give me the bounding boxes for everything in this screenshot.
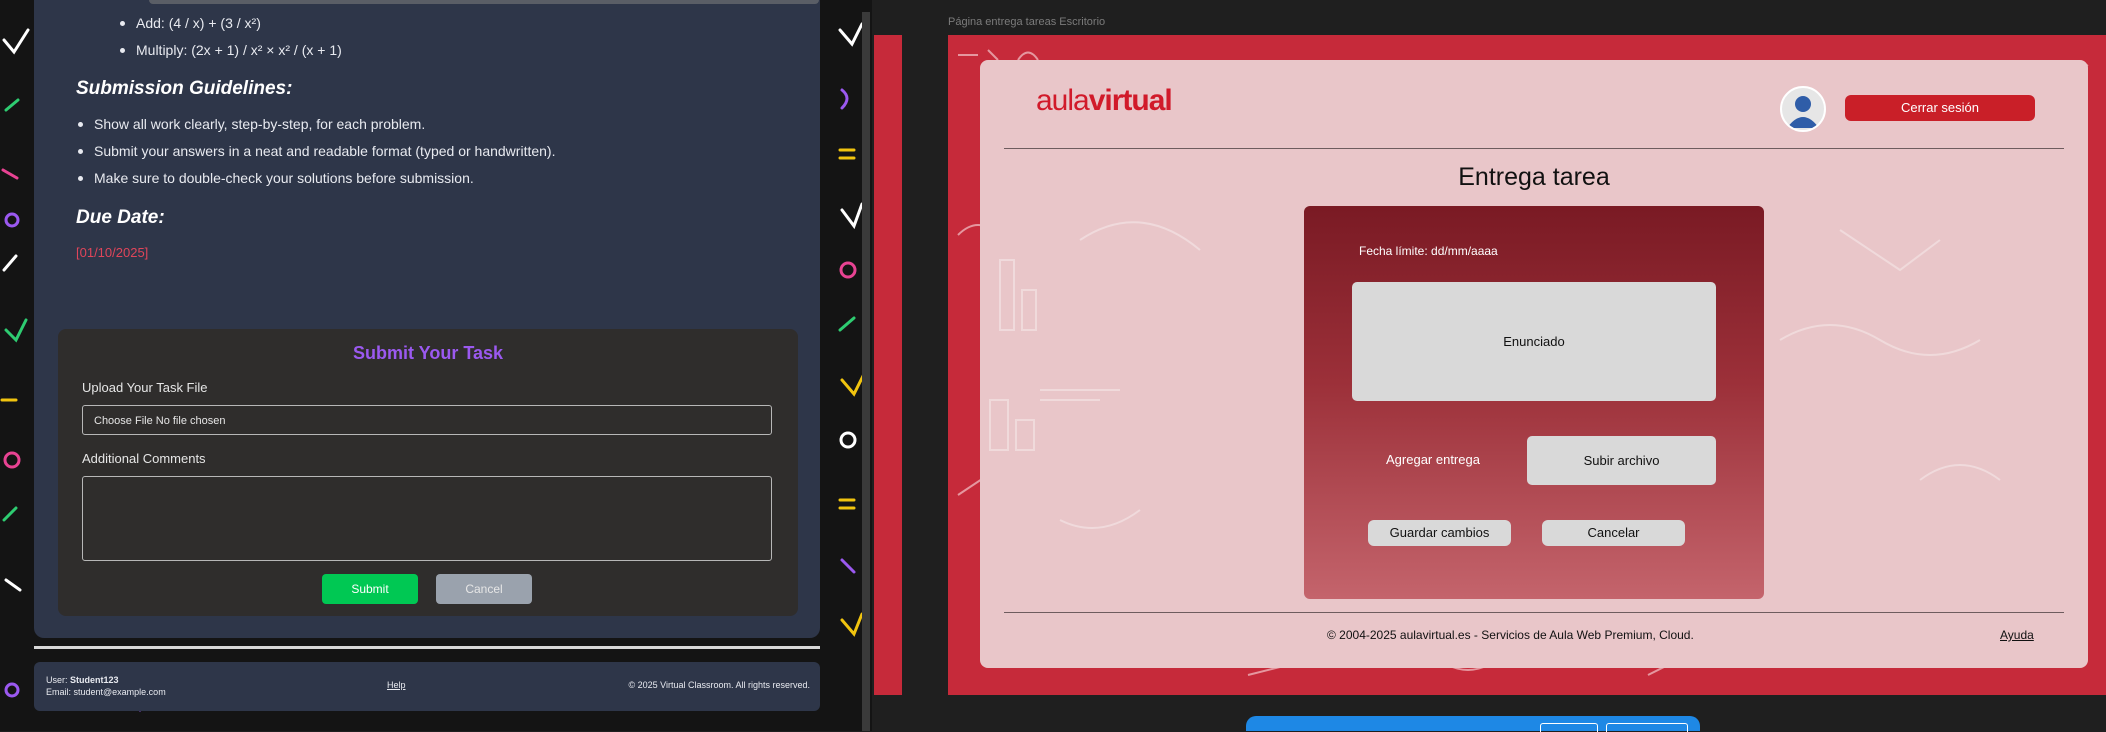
footer-divider — [34, 646, 820, 649]
user-info: User: Student123 Email: student@example.… — [46, 674, 166, 698]
save-changes-button[interactable]: Guardar cambios — [1368, 520, 1511, 546]
page-footer: User: Student123 Email: student@example.… — [34, 662, 820, 711]
footer-copyright: © 2004-2025 aulavirtual.es - Servicios d… — [1327, 628, 1694, 642]
task-delivery-box: Fecha límite: dd/mm/aaaa Enunciado Agreg… — [1304, 206, 1764, 599]
submit-button[interactable]: Submit — [322, 574, 418, 604]
content-panel: aulavirtual Cerrar sesión Entrega tarea … — [980, 60, 2088, 668]
logo-text-aula: aula — [1036, 84, 1090, 117]
add-delivery-label: Agregar entrega — [1386, 452, 1480, 467]
page-title: Entrega tarea — [1458, 163, 1610, 191]
user-avatar-icon[interactable] — [1780, 86, 1826, 132]
comments-textarea[interactable] — [82, 476, 772, 561]
list-item: Show all work clearly, step-by-step, for… — [76, 115, 555, 133]
top-scroll-edge — [149, 0, 819, 4]
logo-text-virtual: virtual — [1088, 84, 1173, 117]
due-date-heading: Due Date: — [76, 207, 165, 228]
scrollbar[interactable] — [862, 12, 870, 731]
frame-title: Página entrega tareas Escritorio — [948, 16, 1106, 28]
list-item: Make sure to double-check your solutions… — [76, 169, 555, 187]
cancel-button[interactable]: Cancelar — [1542, 520, 1685, 546]
due-date-value: [01/10/2025] — [76, 245, 149, 260]
aulavirtual-logo: aulavirtual — [1036, 84, 1173, 118]
adjacent-frame-edge — [874, 35, 902, 695]
statement-box: Enunciado — [1352, 282, 1716, 401]
file-input[interactable]: Choose File No file chosen — [82, 405, 772, 435]
submit-task-panel: Submit Your Task Upload Your Task File C… — [58, 329, 798, 616]
user-name: Student123 — [70, 675, 119, 685]
user-email: Email: student@example.com — [46, 687, 166, 697]
list-item: Add: (4 / x) + (3 / x²) — [118, 14, 342, 32]
avatar-graphic — [1787, 96, 1819, 128]
user-prefix: User: — [46, 675, 71, 685]
logout-button[interactable]: Cerrar sesión — [1845, 95, 2035, 121]
guidelines-list: Show all work clearly, step-by-step, for… — [76, 115, 555, 196]
guidelines-heading: Submission Guidelines: — [76, 78, 293, 99]
list-item: Submit your answers in a neat and readab… — [76, 142, 555, 160]
help-link[interactable]: Help — [387, 680, 406, 690]
left-window: Add: (4 / x) + (3 / x²) Multiply: (2x + … — [0, 0, 872, 731]
header-divider — [1004, 148, 2064, 149]
list-item: Multiply: (2x + 1) / x² × x² / (x + 1) — [118, 41, 342, 59]
upload-label: Upload Your Task File — [82, 380, 208, 395]
help-link[interactable]: Ayuda — [2000, 628, 2034, 642]
upload-file-button[interactable]: Subir archivo — [1527, 436, 1716, 485]
cancel-button[interactable]: Cancel — [436, 574, 532, 604]
deadline-label: Fecha límite: dd/mm/aaaa — [1359, 244, 1498, 258]
footer-divider — [1004, 612, 2064, 613]
submit-panel-title: Submit Your Task — [352, 343, 504, 363]
bottom-toolbar — [1246, 716, 1700, 732]
operations-list: Add: (4 / x) + (3 / x²) Multiply: (2x + … — [118, 14, 342, 68]
comments-label: Additional Comments — [82, 451, 206, 466]
footer-copyright: © 2025 Virtual Classroom. All rights res… — [628, 680, 810, 690]
